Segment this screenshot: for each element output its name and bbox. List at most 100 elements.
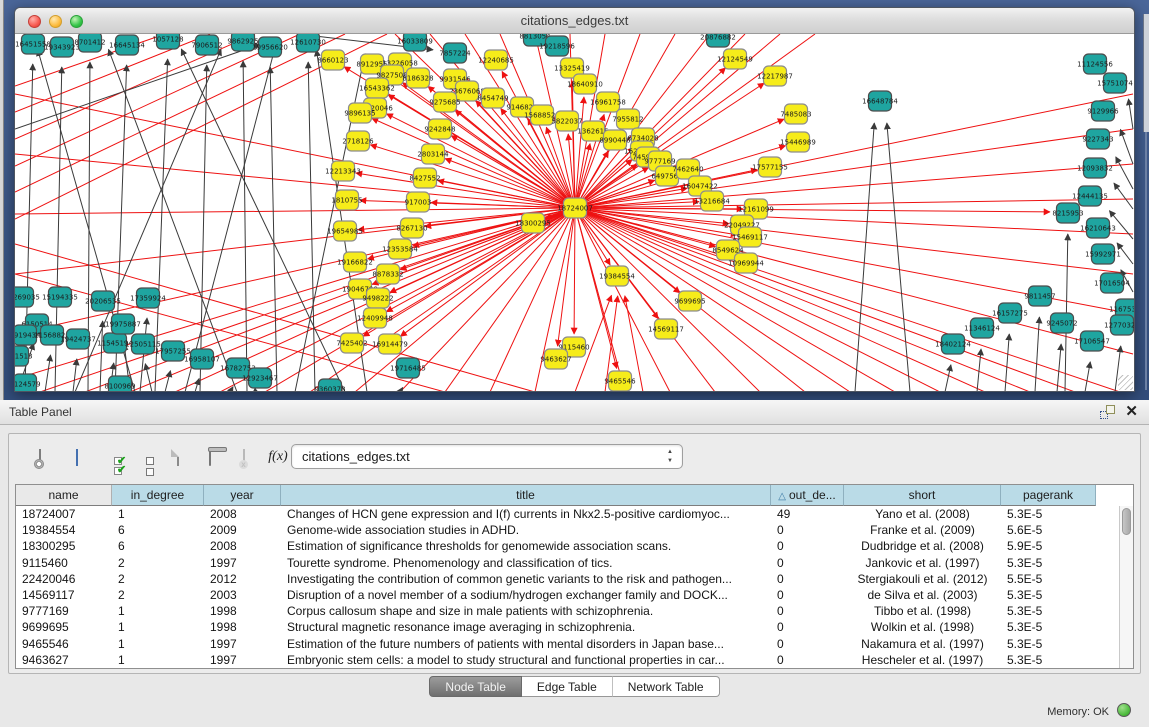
table-cell[interactable]: 9465546	[16, 636, 112, 652]
table-cell[interactable]: 1	[112, 636, 204, 652]
table-cell[interactable]: 0	[771, 538, 844, 554]
table-row[interactable]: 1830029562008Estimation of significance …	[16, 538, 1121, 554]
graph-edge[interactable]	[574, 208, 575, 334]
table-cell[interactable]: 0	[771, 571, 844, 587]
table-cell[interactable]: 2	[112, 587, 204, 603]
graph-edge[interactable]	[1116, 157, 1133, 189]
graph-edge[interactable]	[45, 355, 51, 391]
table-cell[interactable]: 14569117	[16, 587, 112, 603]
table-cell[interactable]: Wolkin et al. (1998)	[844, 619, 1001, 635]
table-cell[interactable]: 0	[771, 555, 844, 571]
column-header-in_degree[interactable]: in_degree	[112, 485, 204, 506]
delete-table-icon[interactable]: x	[231, 444, 257, 470]
function-builder-icon[interactable]: f(x)	[265, 444, 291, 470]
delete-entries-icon[interactable]	[197, 444, 223, 470]
select-all-icon[interactable]: ✔✔	[101, 444, 127, 470]
graph-edge[interactable]	[1057, 344, 1061, 391]
table-cell[interactable]: Jankovic et al. (1997)	[844, 555, 1001, 571]
table-cell[interactable]: 5.5E-5	[1001, 571, 1096, 587]
table-cell[interactable]: Hescheler et al. (1997)	[844, 652, 1001, 668]
table-cell[interactable]: 1	[112, 619, 204, 635]
graph-edge[interactable]	[372, 118, 575, 208]
table-cell[interactable]: 1	[112, 652, 204, 668]
table-cell[interactable]: 9115460	[16, 555, 112, 571]
table-cell[interactable]: 0	[771, 619, 844, 635]
column-header-pagerank[interactable]: pagerank	[1001, 485, 1096, 506]
table-row[interactable]: 1872400712008Changes of HCN gene express…	[16, 506, 1121, 522]
table-cell[interactable]: Corpus callosum shape and size in male p…	[281, 603, 771, 619]
graph-edge[interactable]	[855, 123, 874, 391]
table-cell[interactable]: 0	[771, 652, 844, 668]
graph-edge[interactable]	[270, 67, 277, 391]
column-header-title[interactable]: title	[281, 485, 771, 506]
column-header-year[interactable]: year	[204, 485, 281, 506]
table-row[interactable]: 969969511998Structural magnetic resonanc…	[16, 619, 1121, 635]
table-cell[interactable]: 1	[112, 506, 204, 522]
tab-node-table[interactable]: Node Table	[429, 676, 522, 697]
table-cell[interactable]: Structural magnetic resonance image aver…	[281, 619, 771, 635]
graph-edge[interactable]	[200, 65, 207, 391]
table-cell[interactable]: Genome-wide association studies in ADHD.	[281, 522, 771, 538]
table-cell[interactable]: 6	[112, 538, 204, 554]
table-cell[interactable]: 5.3E-5	[1001, 652, 1096, 668]
table-cell[interactable]: 19384554	[16, 522, 112, 538]
graph-edge[interactable]	[502, 71, 575, 208]
table-cell[interactable]: 1997	[204, 555, 281, 571]
table-cell[interactable]: Stergiakouli et al. (2012)	[844, 571, 1001, 587]
table-cell[interactable]: 2008	[204, 538, 281, 554]
table-cell[interactable]: 1997	[204, 636, 281, 652]
graph-edge[interactable]	[15, 208, 575, 214]
table-cell[interactable]: 5.3E-5	[1001, 506, 1096, 522]
graph-edge[interactable]	[230, 387, 233, 391]
table-cell[interactable]: Embryonic stem cells: a model to study s…	[281, 652, 771, 668]
tab-edge-table[interactable]: Edge Table	[522, 676, 613, 697]
table-cell[interactable]: Disruption of a novel member of a sodium…	[281, 587, 771, 603]
resize-grip-icon[interactable]	[1118, 375, 1133, 390]
table-selector-dropdown[interactable]: citations_edges.txt ▲▼	[291, 444, 683, 469]
table-cell[interactable]: Franke et al. (2009)	[844, 522, 1001, 538]
table-cell[interactable]: Estimation of significance thresholds fo…	[281, 538, 771, 554]
table-cell[interactable]: 2	[112, 555, 204, 571]
graph-edge[interactable]	[243, 61, 247, 391]
table-cell[interactable]: 18724007	[16, 506, 112, 522]
graph-edge[interactable]	[445, 159, 575, 208]
table-cell[interactable]: 1998	[204, 603, 281, 619]
table-cell[interactable]: Tibbo et al. (1998)	[844, 603, 1001, 619]
graph-edge[interactable]	[15, 44, 261, 129]
scrollbar-thumb[interactable]	[1122, 508, 1131, 535]
float-panel-icon[interactable]	[1100, 405, 1115, 419]
table-cell[interactable]: 2008	[204, 506, 281, 522]
table-cell[interactable]: de Silva et al. (2003)	[844, 587, 1001, 603]
table-cell[interactable]: 5.9E-5	[1001, 538, 1096, 554]
table-row[interactable]: 946554611997Estimation of the future num…	[16, 636, 1121, 652]
graph-edge[interactable]	[195, 379, 199, 391]
table-cell[interactable]: 6	[112, 522, 204, 538]
graph-edge[interactable]	[1085, 362, 1090, 391]
graph-edge[interactable]	[1114, 183, 1133, 209]
table-cell[interactable]: 5.3E-5	[1001, 603, 1096, 619]
graph-edge[interactable]	[575, 208, 1075, 391]
network-canvas[interactable]: 1872400786601238912955132260589827508818…	[15, 34, 1134, 391]
table-settings-icon[interactable]	[27, 444, 53, 470]
table-cell[interactable]: Changes of HCN gene expression and I(f) …	[281, 506, 771, 522]
graph-edge[interactable]	[1120, 129, 1133, 164]
table-cell[interactable]: 1997	[204, 652, 281, 668]
table-cell[interactable]: 9777169	[16, 603, 112, 619]
table-cell[interactable]: 2003	[204, 587, 281, 603]
table-cell[interactable]: Estimation of the future numbers of pati…	[281, 636, 771, 652]
table-cell[interactable]: 5.6E-5	[1001, 522, 1096, 538]
table-cell[interactable]: Dudbridge et al. (2008)	[844, 538, 1001, 554]
table-cell[interactable]: 49	[771, 506, 844, 522]
table-cell[interactable]: 0	[771, 587, 844, 603]
table-cell[interactable]: 9463627	[16, 652, 112, 668]
table-row[interactable]: 1938455462009Genome-wide association stu…	[16, 522, 1121, 538]
graph-edge[interactable]	[165, 371, 171, 391]
table-cell[interactable]: 5.3E-5	[1001, 619, 1096, 635]
graph-edge[interactable]	[185, 50, 274, 391]
table-cell[interactable]: 1998	[204, 619, 281, 635]
table-cell[interactable]: 2009	[204, 522, 281, 538]
column-header-short[interactable]: short	[844, 485, 1001, 506]
table-row[interactable]: 977716911998Corpus callosum shape and si…	[16, 603, 1121, 619]
table-cell[interactable]: 5.3E-5	[1001, 636, 1096, 652]
graph-edge[interactable]	[181, 49, 345, 391]
